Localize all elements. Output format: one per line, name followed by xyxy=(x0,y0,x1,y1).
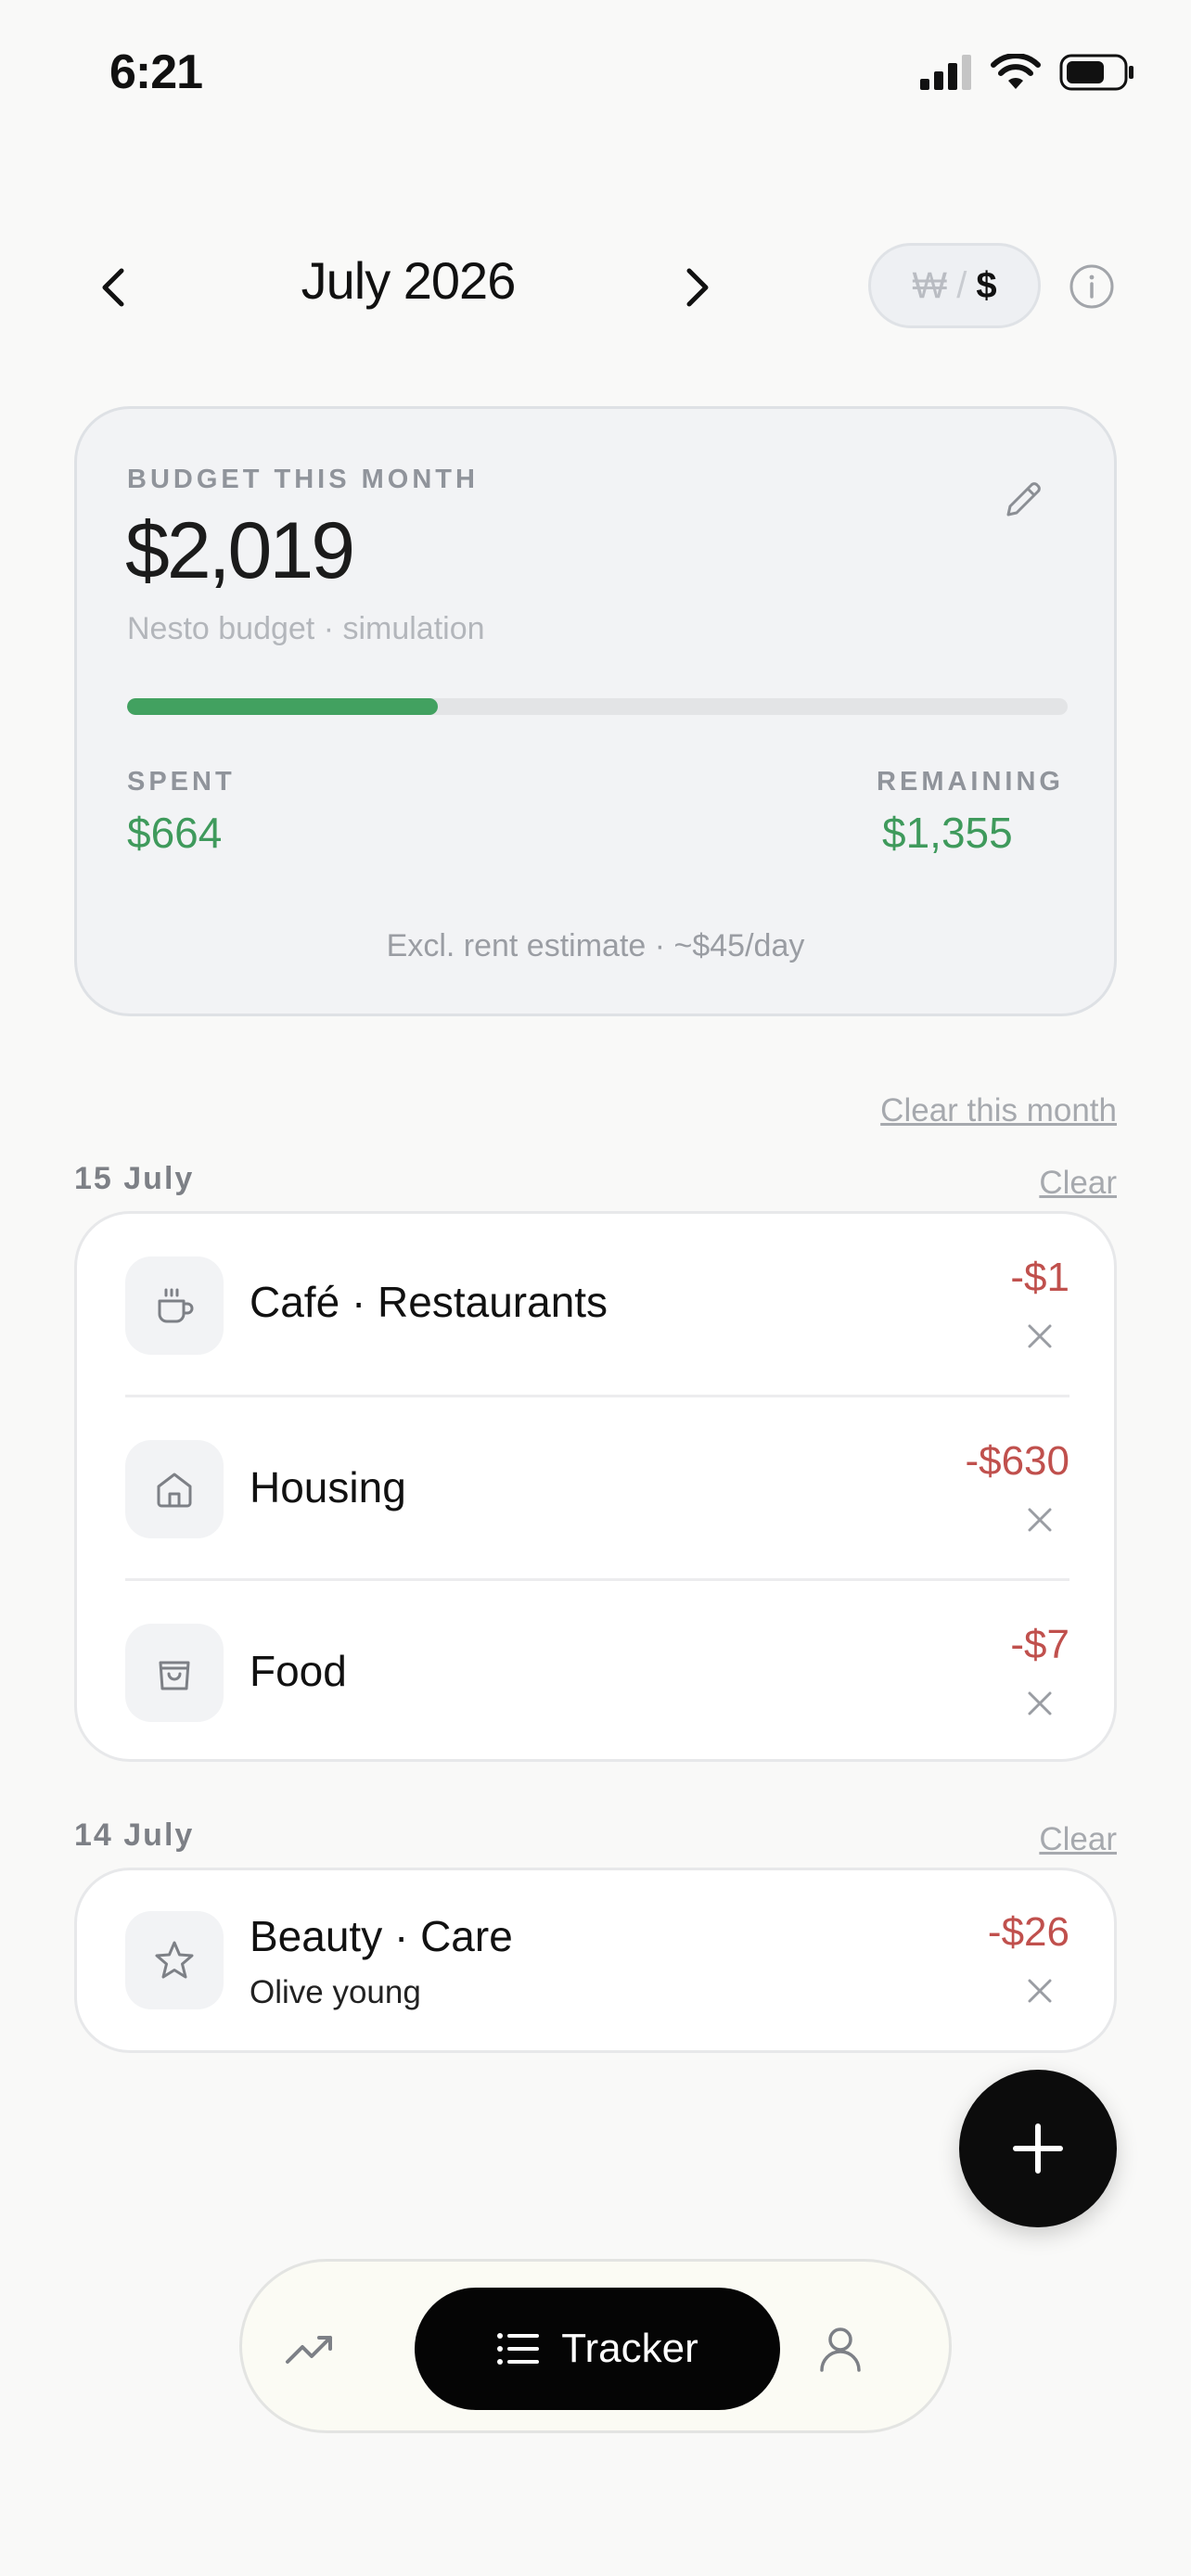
pencil-icon xyxy=(1006,482,1041,516)
info-icon xyxy=(1069,264,1114,309)
wifi-icon xyxy=(991,54,1041,89)
currency-usd[interactable]: $ xyxy=(976,265,996,307)
spent-label: SPENT xyxy=(127,767,236,797)
tab-profile[interactable] xyxy=(799,2307,882,2391)
add-transaction-button[interactable] xyxy=(959,2070,1117,2227)
budget-amount: $2,019 xyxy=(125,506,355,595)
transaction-category: Café · Restaurants xyxy=(250,1278,608,1326)
budget-subtitle: Nesto budget · simulation xyxy=(127,611,485,646)
next-month-button[interactable] xyxy=(660,250,735,325)
transaction-amount: -$7 xyxy=(1010,1622,1069,1667)
close-icon xyxy=(1028,1691,1052,1715)
budget-footnote: Excl. rent estimate · ~$45/day xyxy=(386,928,805,963)
delete-transaction-button[interactable] xyxy=(1023,1687,1057,1720)
day-date: 15 July xyxy=(74,1161,195,1196)
close-icon xyxy=(1028,1979,1052,2003)
cellular-signal-icon xyxy=(920,55,971,90)
tab-tracker-label: Tracker xyxy=(561,2326,698,2371)
currency-separator: / xyxy=(956,264,967,306)
edit-budget-button[interactable] xyxy=(990,466,1057,533)
list-item[interactable]: Food -$7 xyxy=(125,1581,1069,1765)
plus-icon xyxy=(1013,2123,1063,2174)
currency-toggle[interactable]: ₩ / $ xyxy=(868,243,1041,328)
delete-transaction-button[interactable] xyxy=(1023,1503,1057,1537)
prev-month-button[interactable] xyxy=(76,250,150,325)
delete-transaction-button[interactable] xyxy=(1023,1974,1057,2008)
close-icon xyxy=(1028,1508,1052,1532)
shopping-bag-icon xyxy=(125,1624,224,1722)
budget-label: BUDGET THIS MONTH xyxy=(127,465,479,494)
remaining-value: $1,355 xyxy=(882,809,1013,857)
list-icon xyxy=(497,2333,540,2365)
day-date: 14 July xyxy=(74,1817,195,1853)
remaining-label: REMAINING xyxy=(877,767,1064,797)
star-icon xyxy=(125,1911,224,2009)
battery-icon xyxy=(1059,54,1133,91)
clear-day-link[interactable]: Clear xyxy=(1039,1821,1117,1858)
list-item[interactable]: Café · Restaurants -$1 xyxy=(125,1214,1069,1397)
status-time: 6:21 xyxy=(109,45,203,99)
day-transactions-card: Beauty · Care Olive young -$26 xyxy=(74,1868,1117,2053)
spent-value: $664 xyxy=(127,809,223,857)
month-title: July 2026 xyxy=(301,251,517,310)
tab-tracker[interactable]: Tracker xyxy=(415,2288,780,2410)
clear-day-link[interactable]: Clear xyxy=(1039,1165,1117,1202)
chevron-left-icon xyxy=(102,268,124,307)
clear-month-link[interactable]: Clear this month xyxy=(880,1092,1117,1129)
transaction-amount: -$26 xyxy=(987,1909,1069,1955)
currency-won[interactable]: ₩ xyxy=(912,265,947,307)
trending-up-icon xyxy=(286,2336,332,2364)
transaction-category: Housing xyxy=(250,1463,406,1511)
transaction-note: Olive young xyxy=(250,1974,421,2010)
day-transactions-card: Café · Restaurants -$1 Housing -$630 Foo… xyxy=(74,1211,1117,1762)
transaction-category: Beauty · Care xyxy=(250,1912,513,1960)
transaction-amount: -$1 xyxy=(1010,1255,1069,1300)
budget-progress-fill xyxy=(127,698,438,715)
delete-transaction-button[interactable] xyxy=(1023,1320,1057,1353)
list-item[interactable]: Housing -$630 xyxy=(125,1397,1069,1581)
budget-card: BUDGET THIS MONTH $2,019 Nesto budget · … xyxy=(74,406,1117,1016)
coffee-cup-icon xyxy=(125,1256,224,1355)
house-icon xyxy=(125,1440,224,1538)
status-icons xyxy=(920,54,1135,91)
transaction-category: Food xyxy=(250,1647,347,1695)
bottom-tab-bar: Tracker xyxy=(239,2259,952,2433)
tab-stats[interactable] xyxy=(268,2307,352,2391)
user-icon xyxy=(820,2327,861,2372)
list-item[interactable]: Beauty · Care Olive young -$26 xyxy=(125,1870,1069,2050)
transaction-amount: -$630 xyxy=(965,1438,1069,1484)
chevron-right-icon xyxy=(686,268,709,307)
budget-progress-bar xyxy=(127,698,1068,715)
close-icon xyxy=(1028,1324,1052,1348)
info-button[interactable] xyxy=(1069,263,1115,310)
